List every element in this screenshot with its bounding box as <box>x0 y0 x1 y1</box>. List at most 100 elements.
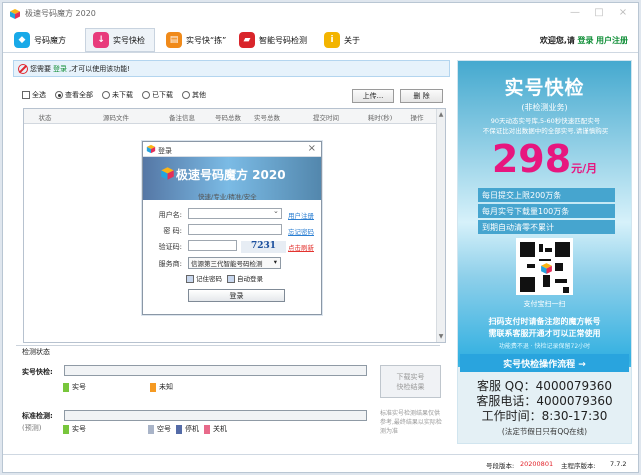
server-select[interactable]: 信源第三代智能号码检测 ▾ <box>188 257 281 269</box>
tab-real-number-pick[interactable]: ▤ 实号快“拣” <box>159 28 233 52</box>
refund-note: 功能费不退 · 快检记录保留72小时 <box>498 343 591 350</box>
clipboard-icon: ▤ <box>166 32 182 48</box>
cube-icon: ◆ <box>14 32 30 48</box>
captcha-input[interactable] <box>188 240 237 251</box>
minimize-button[interactable]: — <box>564 6 586 20</box>
column-duration: 耗时(秒) <box>367 114 393 122</box>
quick-legend-real: 实号 <box>63 382 86 392</box>
auto-login-checkbox[interactable]: 自动登录 <box>227 273 263 283</box>
cube-logo-icon <box>539 261 552 274</box>
server-selected: 信源第三代智能号码检测 <box>191 260 263 268</box>
login-tagline: 快速/专业/精准/安全 <box>198 193 257 201</box>
login-dialog[interactable]: 登录 × 极速号码魔方 2020 快速/专业/精准/安全 用户名: ⌄ 用户注册… <box>142 141 322 315</box>
username-input[interactable] <box>188 208 282 219</box>
tab-number-cube[interactable]: ◆ 号码魔方 <box>7 28 73 52</box>
alipay-qr-code <box>516 238 573 295</box>
main-toolbar: ◆ 号码魔方 ↓ 实号快检 ▤ 实号快“拣” ▰ 智能号码检测 i 关于 欢迎您,请 登录… <box>3 27 638 53</box>
feature-daily-limit: 每日提交上限200万条 <box>478 188 615 202</box>
column-source-file: 源码文件 <box>103 114 129 122</box>
feature-expiration: 到期自动清零不累计 <box>478 220 615 234</box>
download-results-label: 下载实号 快检结果 <box>396 372 425 391</box>
cube-icon <box>146 144 156 154</box>
notice-login-link[interactable]: 登录 <box>53 64 67 74</box>
forgot-password-link[interactable]: 忘记密码 <box>288 226 314 236</box>
tab-about[interactable]: i 关于 <box>317 28 367 52</box>
not-downloaded-label: 未下载 <box>112 91 133 99</box>
detection-status-title: 检测状态 <box>22 348 50 356</box>
server-label: 服务商: <box>158 260 182 268</box>
customer-service-info: 客服 QQ：4000079360 客服电话：4000079360 工作时间：8:… <box>458 379 631 424</box>
login-dialog-title: 登录 <box>158 147 172 155</box>
refresh-captcha-link[interactable]: 点击刷新 <box>288 242 314 252</box>
info-icon: i <box>324 32 340 48</box>
tab-smart-detection[interactable]: ▰ 智能号码检测 <box>232 28 314 52</box>
scroll-up-icon[interactable]: ▲ <box>438 111 444 118</box>
cube-app-icon <box>10 9 20 19</box>
number-version-label: 号段版本: <box>486 462 515 470</box>
operation-flow-button[interactable]: 实号快检操作流程 → <box>460 354 629 372</box>
title-bar: 极速号码魔方 2020 — □ × <box>3 3 638 25</box>
upload-button[interactable]: 上传... <box>352 89 394 103</box>
table-vertical-scrollbar[interactable]: ▲ ▼ <box>436 109 445 342</box>
quick-check-label: 实号快检: <box>22 368 53 376</box>
tab-label: 号码魔方 <box>34 35 66 45</box>
download-results-button[interactable]: 下载实号 快检结果 <box>380 365 441 398</box>
promotion-description: 90天动态实号库,5-60秒快速匹配实号 不保证比对出数据中的全部实号,请谨慎购… <box>482 117 609 135</box>
downloaded-radio[interactable]: 已下载 <box>142 90 173 100</box>
alipay-scan-text: 支付宝扫一扫 <box>523 300 566 308</box>
other-label: 其他 <box>192 91 206 99</box>
remember-password-label: 记住密码 <box>196 275 222 283</box>
quick-check-progress <box>64 365 367 376</box>
login-button[interactable]: 登录 <box>188 289 285 302</box>
holiday-note: (法定节假日只有QQ在线) <box>501 427 588 436</box>
captcha-image[interactable]: 7231 <box>241 241 286 253</box>
auto-login-label: 自动登录 <box>237 275 263 283</box>
select-all-label: 全选 <box>32 91 46 99</box>
close-icon[interactable]: × <box>308 143 316 154</box>
column-status: 状态 <box>38 114 52 122</box>
cube-icon <box>161 167 174 180</box>
not-downloaded-radio[interactable]: 未下载 <box>102 90 133 100</box>
status-bar: 号段版本: 20200801 主程序版本: 7.7.2 <box>3 454 638 472</box>
username-dropdown-icon[interactable]: ⌄ <box>273 207 279 215</box>
scroll-down-icon[interactable]: ▼ <box>438 333 444 340</box>
column-total: 号码总数 <box>215 114 241 122</box>
column-actions: 操作 <box>410 114 424 122</box>
program-version-label: 主程序版本: <box>561 462 596 470</box>
service-phone: 客服电话：4000079360 <box>476 394 613 408</box>
window-title: 极速号码魔方 2020 <box>25 9 96 18</box>
login-link[interactable]: 登录 <box>577 36 593 45</box>
payment-instruction: 扫码支付时请备注您的魔方帐号 需联系客服开通才可以正常使用 <box>488 317 601 338</box>
register-link[interactable]: 用户注册 <box>596 36 628 45</box>
view-all-radio[interactable]: 查看全部 <box>55 90 93 100</box>
feature-monthly-download: 每月实号下载量100万条 <box>478 204 615 218</box>
service-qq: 客服 QQ：4000079360 <box>476 379 613 393</box>
login-app-name: 极速号码魔方 2020 <box>176 168 286 182</box>
tab-label: 实号快检 <box>113 35 145 45</box>
quick-check-promotion: 实号快检 (非检测业务) 90天动态实号库,5-60秒快速匹配实号 不保证比对出… <box>457 60 632 444</box>
table-header: 状态 源码文件 备注信息 号码总数 实号总数 提交时间 耗时(秒) 操作 <box>24 109 445 124</box>
standard-legend-off: 关机 <box>204 424 227 434</box>
maximize-button[interactable]: □ <box>588 6 610 20</box>
remember-password-checkbox[interactable]: 记住密码 <box>186 273 222 283</box>
column-real-total: 实号总数 <box>254 114 280 122</box>
notice-prefix: 您需要 <box>30 64 51 73</box>
delete-button[interactable]: 删 除 <box>400 89 443 103</box>
column-submit-time: 提交时间 <box>313 114 339 122</box>
login-options: 记住密码 自动登录 <box>186 273 263 283</box>
tab-real-number-check[interactable]: ↓ 实号快检 <box>85 28 155 52</box>
dialog-register-link[interactable]: 用户注册 <box>288 210 314 220</box>
standard-check-note: 标准实号检测结果仅供参考,最终结果以实际检测为准 <box>380 410 442 435</box>
password-label: 密 码: <box>163 227 182 235</box>
select-all-checkbox[interactable]: 全选 <box>22 90 46 100</box>
downloaded-label: 已下载 <box>152 91 173 99</box>
price-unit: 元/月 <box>571 162 598 175</box>
tab-label: 实号快“拣” <box>186 35 227 45</box>
filter-controls: 全选 查看全部 未下载 已下载 其他 <box>22 90 206 100</box>
close-button[interactable]: × <box>612 6 634 20</box>
promotion-subtitle: (非检测业务) <box>521 103 568 112</box>
standard-legend-real: 实号 <box>63 424 86 434</box>
forbidden-icon <box>18 63 28 74</box>
password-input[interactable] <box>188 224 282 235</box>
other-radio[interactable]: 其他 <box>182 90 206 100</box>
